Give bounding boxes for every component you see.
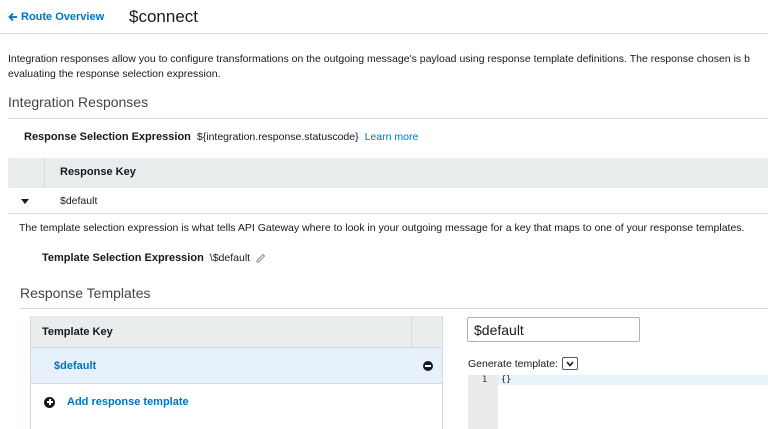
add-response-template-button[interactable]: Add response template [44, 396, 189, 408]
template-header-divider [411, 316, 412, 348]
response-key-row[interactable]: $default [8, 188, 768, 214]
intro-description: Integration responses allow you to confi… [8, 52, 768, 82]
intro-line-1: Integration responses allow you to confi… [8, 53, 750, 65]
intro-line-2: evaluating the response selection expres… [8, 68, 221, 80]
header-divider [0, 33, 768, 34]
template-selection-value: \$default [209, 252, 251, 264]
generate-template-select[interactable] [561, 357, 578, 370]
response-key-column-header: Response Key [60, 166, 136, 178]
template-selection-description: The template selection expression is wha… [19, 222, 745, 234]
template-key-cell[interactable]: $default [54, 360, 96, 372]
template-selection-expression: Template Selection Expression \$default [42, 252, 266, 264]
generate-template-label: Generate template: [468, 357, 558, 370]
template-row-default[interactable]: $default [31, 348, 442, 384]
templates-divider [20, 308, 768, 309]
back-to-route-overview-link[interactable]: Route Overview [8, 11, 104, 23]
generate-template-control: Generate template: [468, 357, 578, 370]
template-key-input[interactable]: $default [467, 317, 640, 342]
add-icon [44, 396, 55, 408]
page-title: $connect [129, 7, 198, 26]
response-selection-value: ${integration.response.statuscode} [196, 131, 359, 143]
response-selection-expression: Response Selection Expression ${integrat… [24, 131, 418, 143]
response-key-cell: $default [60, 195, 98, 207]
template-key-column-header: Template Key [42, 326, 113, 338]
editor-line-number: 1 [482, 375, 488, 385]
integration-responses-heading: Integration Responses [8, 94, 149, 110]
learn-more-link[interactable]: Learn more [365, 131, 419, 143]
response-templates-heading: Response Templates [20, 285, 151, 301]
section-divider [8, 118, 768, 119]
expand-caret-icon[interactable] [21, 199, 29, 204]
remove-template-icon[interactable] [423, 361, 433, 371]
editor-line-content[interactable]: {} [501, 375, 511, 385]
template-selection-label: Template Selection Expression [42, 252, 204, 264]
add-template-label: Add response template [67, 396, 189, 408]
back-link-label: Route Overview [21, 11, 105, 23]
editor-active-line [498, 375, 768, 385]
arrow-left-icon [8, 12, 17, 22]
column-divider [44, 158, 45, 188]
pencil-icon[interactable] [256, 253, 266, 263]
chevron-down-icon [566, 360, 574, 367]
response-selection-label: Response Selection Expression [24, 131, 191, 143]
template-key-input-value: $default [474, 321, 524, 338]
template-code-editor[interactable]: 1 {} [468, 375, 768, 429]
